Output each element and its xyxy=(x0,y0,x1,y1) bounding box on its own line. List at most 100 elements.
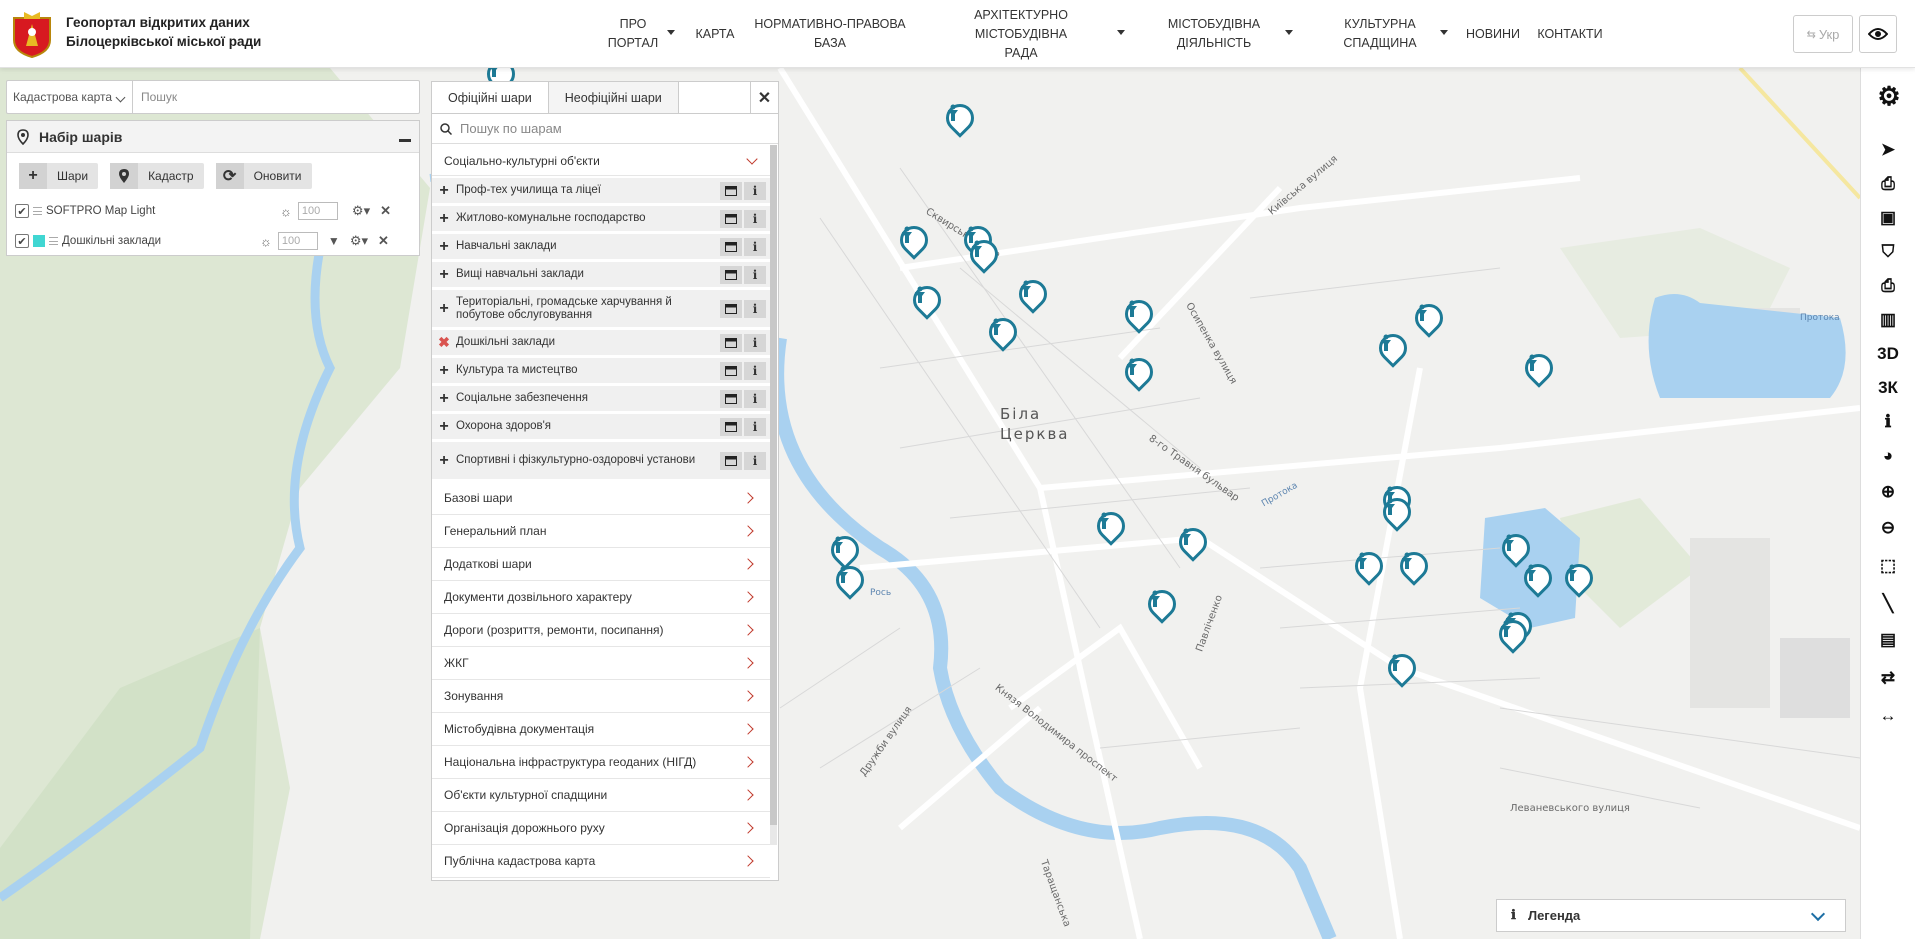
window-icon[interactable] xyxy=(720,299,742,318)
tags-icon[interactable]: ⛉ xyxy=(1873,238,1903,266)
gear-icon[interactable]: ⚙▾ xyxy=(350,233,368,249)
drag-handle-icon[interactable] xyxy=(33,207,42,215)
drag-handle-icon[interactable] xyxy=(49,237,58,245)
window-icon[interactable] xyxy=(720,361,742,380)
nav-map[interactable]: КАРТА xyxy=(692,0,738,68)
3k-view-button[interactable]: 3К xyxy=(1873,374,1903,402)
info-icon[interactable]: i xyxy=(744,181,766,200)
layer-group-row[interactable]: Додаткові шари xyxy=(432,548,770,581)
search-input[interactable] xyxy=(133,81,419,113)
measure-ruler-icon[interactable]: ╲ xyxy=(1873,590,1903,618)
zoom-out-icon[interactable]: ⊖ xyxy=(1873,514,1903,542)
window-icon[interactable] xyxy=(720,389,742,408)
kindergarten-marker-icon[interactable] xyxy=(1119,352,1159,394)
sub-layer-row[interactable]: + Навчальні заклади i xyxy=(432,234,770,260)
nav-about-portal[interactable]: ПРО ПОРТАЛ xyxy=(600,0,666,68)
window-icon[interactable] xyxy=(720,265,742,284)
gear-icon[interactable]: ⚙▾ xyxy=(352,203,370,219)
sub-layer-row[interactable]: + Вищі навчальні заклади i xyxy=(432,262,770,288)
sub-layer-row[interactable]: + Культура та мистецтво i xyxy=(432,358,770,384)
layer-visibility-checkbox[interactable]: ✔ xyxy=(15,204,29,218)
plus-icon[interactable]: + xyxy=(432,362,456,380)
zoom-to-area-icon[interactable]: ⬚ xyxy=(1873,552,1903,580)
kindergarten-marker-icon[interactable] xyxy=(1377,492,1417,534)
legend-panel[interactable]: ℹ Легенда xyxy=(1496,899,1846,932)
chevron-down-icon[interactable] xyxy=(1440,30,1448,35)
tab-official-layers[interactable]: Офіційні шари xyxy=(432,82,549,113)
window-icon[interactable] xyxy=(720,209,742,228)
cursor-select-icon[interactable]: ➤ xyxy=(1873,136,1903,164)
kindergarten-marker-icon[interactable] xyxy=(1119,294,1159,336)
scrollbar-thumb[interactable] xyxy=(770,145,777,825)
kindergarten-marker-icon[interactable] xyxy=(1409,298,1449,340)
info-icon[interactable]: i xyxy=(744,265,766,284)
plus-icon[interactable]: + xyxy=(432,452,456,470)
layer-group-row[interactable]: Національна інфраструктура геоданих (НІГ… xyxy=(432,746,770,779)
layer-group-row[interactable]: Організація дорожнього руху xyxy=(432,812,770,845)
info-icon[interactable]: i xyxy=(744,299,766,318)
layer-group-row[interactable]: Містобудівна документація xyxy=(432,713,770,746)
kindergarten-marker-icon[interactable] xyxy=(1142,584,1182,626)
layer-search-input[interactable] xyxy=(460,121,750,136)
plus-icon[interactable]: + xyxy=(432,390,456,408)
kindergarten-marker-icon[interactable] xyxy=(983,312,1023,354)
plus-icon[interactable]: + xyxy=(432,266,456,284)
kindergarten-marker-icon[interactable] xyxy=(1373,328,1413,370)
opacity-input[interactable]: 100 xyxy=(277,232,318,250)
info-icon[interactable]: i xyxy=(744,417,766,436)
sub-layer-row[interactable]: + Охорона здоров'я i xyxy=(432,414,770,440)
layout-icon[interactable]: ▤ xyxy=(1873,626,1903,654)
kindergarten-marker-icon[interactable] xyxy=(964,234,1004,276)
add-layers-button[interactable]: + Шари xyxy=(19,163,99,189)
sub-layer-row[interactable]: + Спортивні і фізкультурно-оздоровчі уста… xyxy=(432,442,770,480)
cadastre-button[interactable]: Кадастр xyxy=(110,163,204,189)
layer-group-row[interactable]: Публічна кадастрова карта xyxy=(432,845,770,878)
window-icon[interactable] xyxy=(720,451,742,470)
nav-architecture-council[interactable]: АРХІТЕКТУРНО МІСТОБУДІВНА РАДА xyxy=(930,0,1112,68)
info-icon[interactable]: i xyxy=(744,451,766,470)
sub-layer-row[interactable]: + Житлово-комунальне господарство i xyxy=(432,206,770,232)
sub-layer-row[interactable]: + Проф-тех училища та ліцеї i xyxy=(432,178,770,204)
layer-group-row[interactable]: Зонування xyxy=(432,680,770,713)
kindergarten-marker-icon[interactable] xyxy=(1518,558,1558,600)
kindergarten-marker-icon[interactable] xyxy=(940,98,980,140)
globe-icon[interactable]: ◕ xyxy=(1873,442,1903,470)
city-coat-of-arms-logo[interactable] xyxy=(10,10,54,58)
layer-group-row[interactable]: Базові шари xyxy=(432,482,770,515)
window-icon[interactable] xyxy=(720,333,742,352)
nav-contacts[interactable]: КОНТАКТИ xyxy=(1536,0,1604,68)
tab-unofficial-layers[interactable]: Неофіційні шари xyxy=(548,82,679,113)
3d-view-button[interactable]: 3D xyxy=(1873,340,1903,368)
kindergarten-marker-icon[interactable] xyxy=(1091,506,1131,548)
remove-icon[interactable]: ✖ xyxy=(432,334,456,351)
plus-icon[interactable]: + xyxy=(432,210,456,228)
chevron-down-icon[interactable] xyxy=(1285,30,1293,35)
filter-icon[interactable]: ▼ xyxy=(328,234,340,248)
kindergarten-marker-icon[interactable] xyxy=(1394,546,1434,588)
kindergarten-marker-icon[interactable] xyxy=(1519,348,1559,390)
info-icon[interactable]: i xyxy=(744,389,766,408)
site-title[interactable]: Геопортал відкритих даних Білоцерківсько… xyxy=(66,13,306,51)
close-icon[interactable]: ✕ xyxy=(750,82,778,113)
opacity-input[interactable]: 100 xyxy=(297,202,338,220)
plus-icon[interactable]: + xyxy=(432,300,456,318)
nav-news[interactable]: НОВИНИ xyxy=(1462,0,1524,68)
plus-icon[interactable]: + xyxy=(432,182,456,200)
kindergarten-marker-icon[interactable] xyxy=(894,220,934,262)
print-icon[interactable]: ⎙ xyxy=(1873,272,1903,300)
info-icon[interactable]: i xyxy=(744,209,766,228)
layer-group-row[interactable]: Дороги (розриття, ремонти, посипання) xyxy=(432,614,770,647)
info-icon[interactable]: i xyxy=(744,333,766,352)
sub-layer-row[interactable]: ✖ Дошкільні заклади i xyxy=(432,330,770,356)
close-icon[interactable]: ✕ xyxy=(380,203,391,219)
kindergarten-marker-icon[interactable] xyxy=(907,280,947,322)
nav-cultural-heritage[interactable]: КУЛЬТУРНА СПАДЩИНА xyxy=(1330,0,1430,68)
group-social-cultural[interactable]: Соціально-культурні об'єкти xyxy=(432,146,770,176)
nav-urban-planning[interactable]: МІСТОБУДІВНА ДІЯЛЬНІСТЬ xyxy=(1160,0,1268,68)
accessibility-button[interactable] xyxy=(1859,15,1897,53)
collapse-icon[interactable] xyxy=(399,139,411,142)
kindergarten-marker-icon[interactable] xyxy=(1349,546,1389,588)
close-icon[interactable]: ✕ xyxy=(378,233,389,249)
print-icon[interactable]: ⎙ xyxy=(1873,170,1903,198)
layer-group-row[interactable]: Генеральний план xyxy=(432,515,770,548)
